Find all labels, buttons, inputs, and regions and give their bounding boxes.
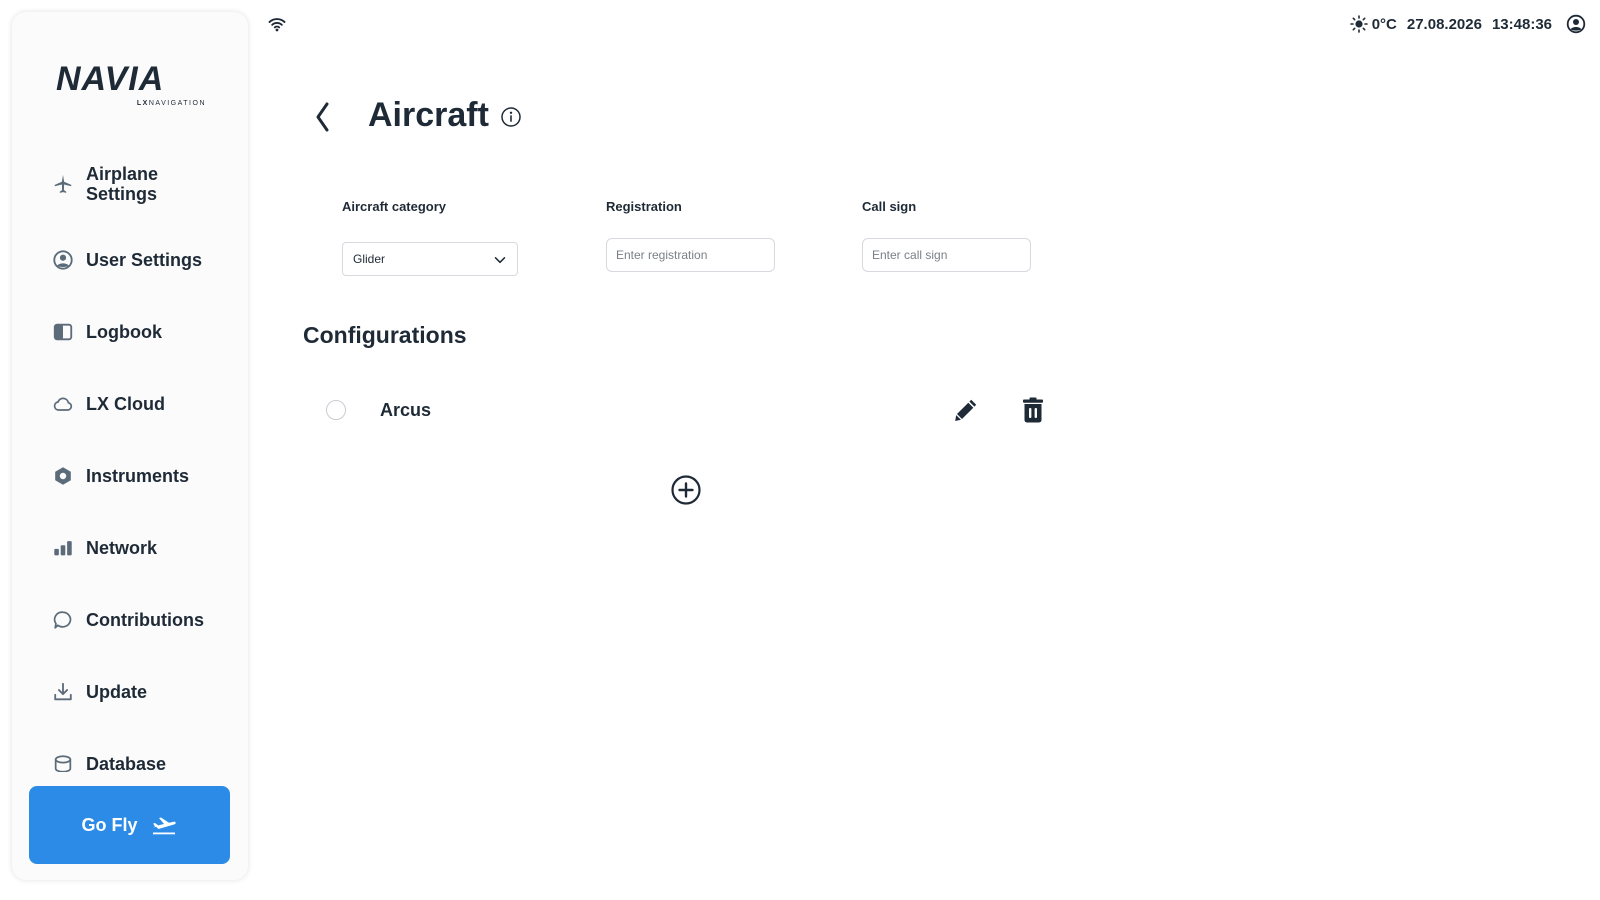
sidebar: NAVIA LXNAVIGATION Airplane Settings Use… bbox=[12, 12, 248, 880]
date: 27.08.2026 bbox=[1406, 15, 1482, 33]
configuration-name: Arcus bbox=[380, 400, 432, 420]
user-circle-icon bbox=[52, 249, 74, 271]
database-icon bbox=[52, 753, 74, 772]
sidebar-item-label: User Settings bbox=[86, 250, 203, 270]
chevron-down-icon bbox=[493, 253, 507, 267]
edit-pencil-icon[interactable] bbox=[952, 396, 980, 424]
sidebar-item-label: Network bbox=[86, 538, 158, 558]
sidebar-item-label: Contributions bbox=[86, 610, 204, 630]
sidebar-item-logbook[interactable]: Logbook bbox=[52, 312, 162, 352]
configurations-title: Configurations bbox=[303, 322, 467, 348]
sidebar-item-user-settings[interactable]: User Settings bbox=[52, 240, 202, 280]
configuration-radio[interactable] bbox=[326, 400, 346, 420]
sidebar-item-label: Database bbox=[86, 754, 167, 772]
go-fly-label: Go Fly bbox=[81, 814, 138, 835]
sun-icon bbox=[1349, 15, 1368, 33]
sidebar-item-airplane-settings[interactable]: Airplane Settings bbox=[52, 162, 206, 206]
sidebar-item-lx-cloud[interactable]: LX Cloud bbox=[52, 384, 165, 424]
info-icon[interactable] bbox=[500, 106, 522, 128]
sidebar-item-database[interactable]: Database bbox=[52, 744, 166, 772]
signal-bars-icon bbox=[52, 537, 74, 559]
page-title: Aircraft bbox=[368, 96, 489, 134]
airplane-icon bbox=[52, 173, 74, 195]
download-icon bbox=[52, 681, 74, 703]
back-chevron-icon[interactable] bbox=[312, 100, 332, 134]
sidebar-item-label: Logbook bbox=[86, 322, 162, 342]
airplane-takeoff-icon bbox=[150, 814, 178, 836]
status-bar: 0°C 27.08.2026 13:48:36 bbox=[1349, 12, 1586, 36]
sidebar-item-network[interactable]: Network bbox=[52, 528, 157, 568]
aircraft-category-select[interactable]: Glider bbox=[342, 242, 518, 276]
configuration-row: Arcus bbox=[320, 392, 1050, 428]
registration-input[interactable] bbox=[606, 238, 775, 272]
sidebar-item-label: Instruments bbox=[86, 466, 190, 486]
sidebar-item-instruments[interactable]: Instruments bbox=[52, 456, 189, 496]
call-sign-input[interactable] bbox=[862, 238, 1031, 272]
sidebar-item-label: Airplane Settings bbox=[86, 164, 159, 204]
sidebar-item-label: LX Cloud bbox=[86, 394, 165, 414]
hexagon-icon bbox=[52, 465, 74, 487]
registration-label: Registration bbox=[606, 199, 682, 214]
call-sign-label: Call sign bbox=[862, 199, 917, 214]
wifi-icon bbox=[268, 16, 286, 32]
sidebar-item-label: Update bbox=[86, 682, 148, 702]
go-fly-button[interactable]: Go Fly bbox=[29, 786, 230, 864]
trash-icon[interactable] bbox=[1020, 396, 1046, 424]
chat-bubble-icon bbox=[52, 609, 74, 631]
sidebar-item-update[interactable]: Update bbox=[52, 672, 147, 712]
cloud-icon bbox=[52, 393, 74, 415]
aircraft-category-label: Aircraft category bbox=[342, 199, 447, 214]
book-icon bbox=[52, 321, 74, 343]
user-avatar-icon[interactable] bbox=[1566, 14, 1586, 34]
sidebar-item-contributions[interactable]: Contributions bbox=[52, 600, 204, 640]
temperature: 0°C bbox=[1371, 15, 1397, 33]
time: 13:48:36 bbox=[1491, 15, 1552, 33]
sidebar-nav: Airplane Settings User Settings Logbook … bbox=[12, 152, 248, 772]
aircraft-category-value: Glider bbox=[353, 252, 386, 266]
logo-subtitle: LXNAVIGATION bbox=[136, 100, 206, 107]
logo-brand: NAVIA bbox=[56, 60, 165, 98]
add-configuration-plus-icon[interactable] bbox=[670, 474, 702, 506]
navia-logo: NAVIA LXNAVIGATION bbox=[56, 62, 206, 112]
